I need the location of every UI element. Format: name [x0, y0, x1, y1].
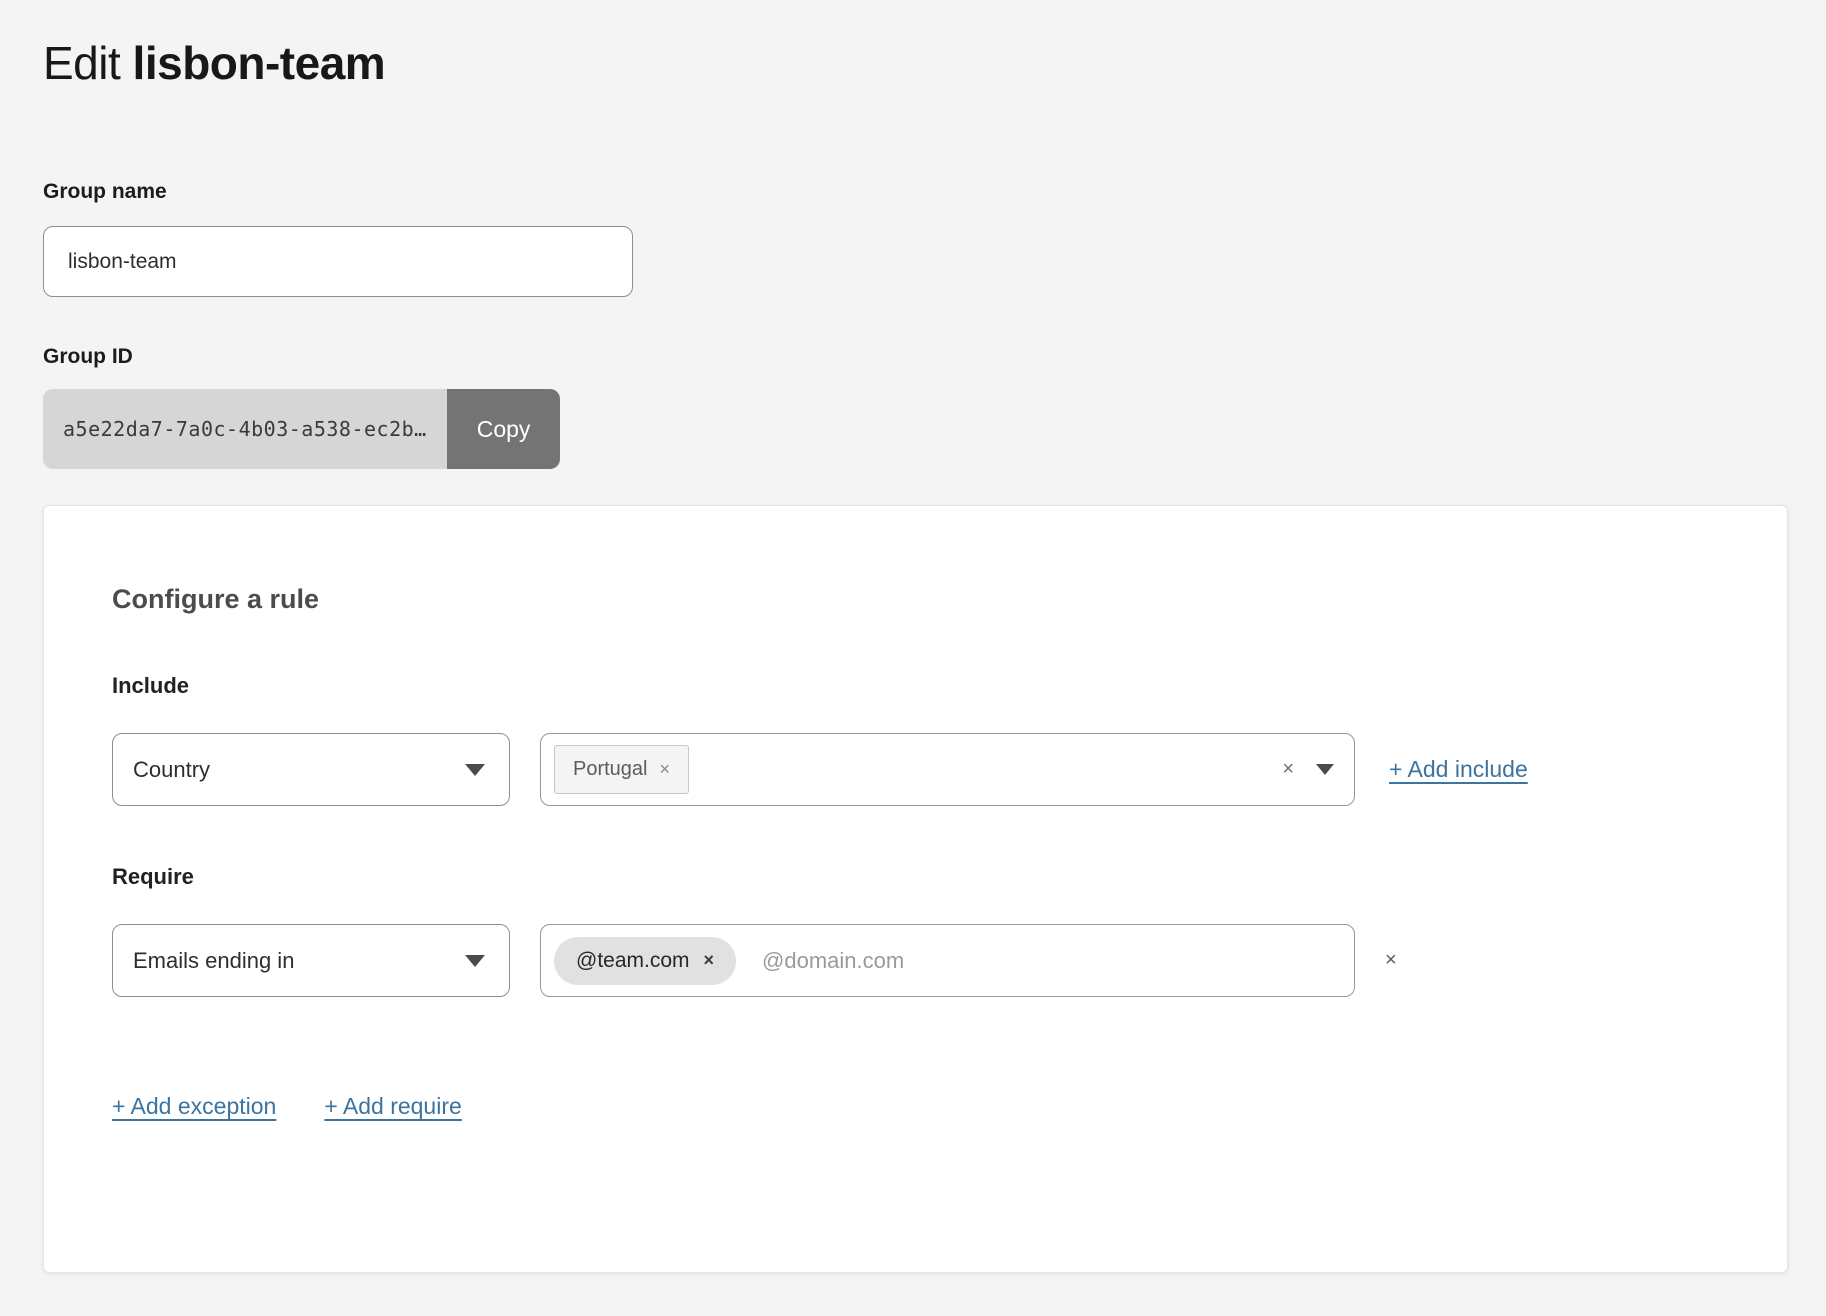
group-id-label: Group ID: [43, 345, 1783, 369]
copy-button[interactable]: Copy: [447, 389, 561, 469]
require-selector-value: Emails ending in: [133, 948, 294, 974]
require-value-taginput[interactable]: @team.com ×: [540, 924, 1355, 997]
include-label: Include: [112, 673, 1727, 699]
require-domain-input[interactable]: [762, 948, 1334, 974]
rule-card: Configure a rule Include Country Portuga…: [43, 505, 1788, 1273]
include-tag-portugal[interactable]: Portugal ×: [554, 745, 689, 794]
include-value-multiselect[interactable]: Portugal × ×: [540, 733, 1355, 806]
group-name-label: Group name: [43, 180, 1783, 204]
page-title-prefix: Edit: [43, 37, 120, 89]
group-name-input[interactable]: [43, 226, 633, 297]
group-id-bar: a5e22da7-7a0c-4b03-a538-ec2b… Copy: [43, 389, 560, 469]
require-tag-label: @team.com: [576, 949, 690, 973]
chevron-down-icon: [465, 764, 485, 776]
require-label: Require: [112, 864, 1727, 890]
page-title: Edit lisbon-team: [43, 36, 1783, 90]
rule-card-heading: Configure a rule: [112, 584, 1727, 615]
chevron-down-icon[interactable]: [1316, 764, 1334, 775]
remove-tag-icon[interactable]: ×: [660, 759, 671, 780]
chevron-down-icon: [465, 955, 485, 967]
page-title-group-name: lisbon-team: [133, 37, 386, 89]
remove-rule-icon[interactable]: ×: [1385, 949, 1397, 972]
remove-tag-icon[interactable]: ×: [704, 950, 715, 971]
include-selector-dropdown[interactable]: Country: [112, 733, 510, 806]
require-rule-row: Emails ending in @team.com × ×: [112, 924, 1727, 997]
add-require-link[interactable]: + Add require: [324, 1093, 461, 1120]
rule-footer-links: + Add exception + Add require: [112, 1093, 1727, 1120]
group-id-value: a5e22da7-7a0c-4b03-a538-ec2b…: [43, 389, 447, 469]
require-tag-teamcom[interactable]: @team.com ×: [554, 937, 736, 985]
page: Edit lisbon-team Group name Group ID a5e…: [0, 0, 1826, 1273]
add-exception-link[interactable]: + Add exception: [112, 1093, 276, 1120]
require-selector-dropdown[interactable]: Emails ending in: [112, 924, 510, 997]
include-selector-value: Country: [133, 757, 210, 783]
clear-selection-icon[interactable]: ×: [1282, 758, 1294, 781]
include-tag-label: Portugal: [573, 758, 648, 781]
add-include-link[interactable]: + Add include: [1389, 756, 1528, 783]
include-rule-row: Country Portugal × × + Add include: [112, 733, 1727, 806]
